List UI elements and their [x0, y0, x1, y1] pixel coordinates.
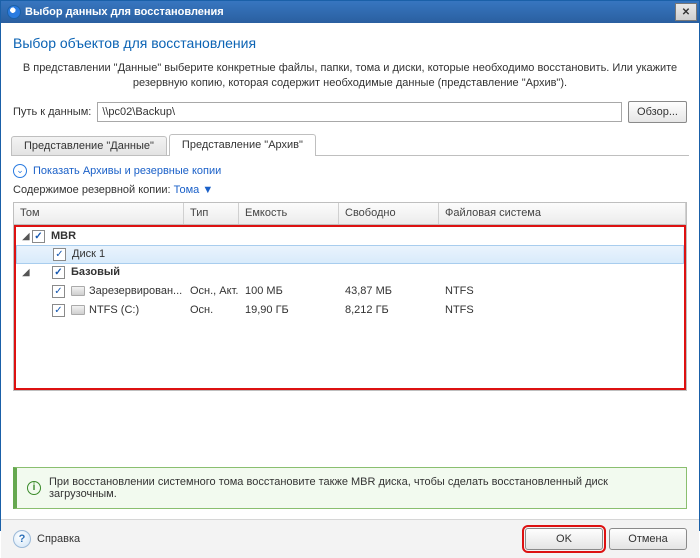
info-box: i При восстановлении системного тома вос… — [13, 467, 687, 509]
tab-archive-view[interactable]: Представление "Архив" — [169, 134, 316, 156]
window-title: Выбор данных для восстановления — [25, 6, 673, 18]
chevron-down-icon[interactable]: ⌄ — [13, 164, 27, 178]
row-label: Диск 1 — [72, 248, 105, 260]
tab-data-view[interactable]: Представление "Данные" — [11, 136, 167, 155]
help-link[interactable]: ? Справка — [13, 530, 80, 548]
path-label: Путь к данным: — [13, 106, 91, 118]
disk-icon — [71, 305, 85, 315]
description-text: В представлении "Данные" выберите конкре… — [13, 61, 687, 101]
col-volume[interactable]: Том — [14, 203, 184, 224]
expand-icon[interactable]: ◢ — [20, 267, 32, 278]
content-dropdown[interactable]: Тома ▼ — [174, 184, 214, 196]
checkbox[interactable]: ✓ — [52, 285, 65, 298]
checkbox[interactable]: ✓ — [32, 230, 45, 243]
page-header: Выбор объектов для восстановления — [13, 35, 687, 51]
col-capacity[interactable]: Емкость — [239, 203, 339, 224]
col-filesystem[interactable]: Файловая система — [439, 203, 686, 224]
col-type[interactable]: Тип — [184, 203, 239, 224]
info-text: При восстановлении системного тома восст… — [49, 476, 676, 500]
close-button[interactable]: ✕ — [675, 3, 697, 21]
button-bar: ? Справка OK Отмена — [1, 519, 699, 558]
grid-header: Том Тип Емкость Свободно Файловая систем… — [14, 203, 686, 225]
group-label: MBR — [51, 230, 76, 242]
table-row-disk1[interactable]: ✓ Диск 1 — [16, 245, 684, 264]
app-icon — [7, 5, 21, 19]
show-archives-link[interactable]: Показать Архивы и резервные копии — [33, 165, 221, 177]
help-icon: ? — [13, 530, 31, 548]
content-label: Содержимое резервной копии: — [13, 184, 171, 196]
checkbox[interactable]: ✓ — [52, 266, 65, 279]
info-icon: i — [27, 481, 41, 495]
table-row[interactable]: ✓Зарезервирован... Осн., Акт. 100 МБ 43,… — [16, 282, 684, 301]
expand-icon[interactable]: ◢ — [20, 231, 32, 242]
group-row-mbr[interactable]: ◢ ✓ MBR — [16, 227, 684, 246]
checkbox[interactable]: ✓ — [52, 304, 65, 317]
tab-bar: Представление "Данные" Представление "Ар… — [11, 133, 689, 156]
volumes-grid: Том Тип Емкость Свободно Файловая систем… — [13, 202, 687, 391]
group-label: Базовый — [71, 266, 120, 278]
browse-button[interactable]: Обзор... — [628, 101, 687, 123]
col-free[interactable]: Свободно — [339, 203, 439, 224]
group-row-basic[interactable]: ◢ ✓ Базовый — [16, 263, 684, 282]
checkbox[interactable]: ✓ — [53, 248, 66, 261]
table-row[interactable]: ✓NTFS (C:) Осн. 19,90 ГБ 8,212 ГБ NTFS — [16, 301, 684, 320]
title-bar: Выбор данных для восстановления ✕ — [1, 1, 699, 23]
disk-icon — [71, 286, 85, 296]
path-input[interactable] — [97, 102, 622, 122]
